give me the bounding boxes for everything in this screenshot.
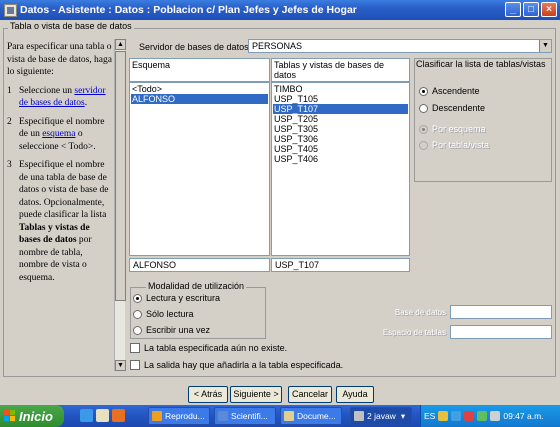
sort-by-schema-radio: Por esquema (419, 124, 486, 134)
help-intro: Para especificar una tabla o vista de ba… (7, 42, 112, 77)
folder-icon (284, 411, 294, 421)
task-reproductor[interactable]: Reprodu... (148, 407, 210, 425)
server-label: Servidor de bases de datos (139, 42, 249, 52)
desktop-icon[interactable] (96, 409, 109, 422)
media-player-icon (152, 411, 162, 421)
taskbar: Inicio Reprodu... Scientifi... Docume...… (0, 405, 560, 427)
window-title: Datos - Asistente : Datos : Poblacion c/… (20, 4, 357, 16)
db-input[interactable] (450, 305, 552, 319)
radio-off-icon (419, 140, 428, 150)
media-icon[interactable] (112, 409, 125, 422)
schema-header: Esquema (129, 58, 270, 82)
schema-input[interactable]: ALFONSO (129, 258, 270, 272)
start-button[interactable]: Inicio (0, 405, 64, 427)
server-select[interactable]: PERSONAS ▼ (248, 39, 552, 53)
minimize-button[interactable]: _ (505, 2, 521, 17)
schema-list[interactable]: <Todo> ALFONSO (129, 82, 270, 256)
system-tray: ES 09:47 a.m. (420, 405, 560, 427)
table-item[interactable]: USP_T306 (273, 134, 408, 144)
app-icon (4, 3, 17, 17)
cancel-button[interactable]: Cancelar (288, 386, 332, 403)
scroll-up-arrow-icon[interactable]: ▲ (115, 39, 126, 50)
scroll-thumb[interactable] (115, 51, 126, 301)
checkbox-icon[interactable] (130, 343, 140, 353)
table-item[interactable]: USP_T405 (273, 144, 408, 154)
sort-by-table-radio: Por tabla/vista (419, 140, 489, 150)
chevron-down-icon: ▾ (400, 410, 406, 421)
scroll-down-arrow-icon[interactable]: ▼ (115, 360, 126, 371)
close-button[interactable]: × (541, 2, 557, 17)
db-label: Base de datos (394, 308, 446, 317)
task-javaw[interactable]: 2 javaw ▾ (350, 407, 412, 425)
schema-item[interactable]: <Todo> (131, 84, 268, 94)
language-indicator[interactable]: ES (424, 411, 435, 421)
tables-list[interactable]: TIMBO USP_T105 USP_T107 USP_T205 USP_T30… (271, 82, 410, 256)
sort-descending-radio[interactable]: Descendente (419, 103, 485, 113)
radio-off-icon[interactable] (133, 309, 142, 319)
tray-icon[interactable] (451, 411, 462, 421)
append-checkbox[interactable]: La salida hay que añadirla a la tabla es… (130, 360, 343, 370)
table-item[interactable]: TIMBO (273, 84, 408, 94)
sort-ascending-radio[interactable]: Ascendente (419, 86, 480, 96)
sort-title: Clasificar la lista de tablas/vistas (416, 59, 546, 69)
sort-panel (414, 58, 552, 182)
java-icon (354, 411, 364, 421)
windows-logo-icon (4, 410, 16, 422)
back-button[interactable]: < Atrás (188, 386, 228, 403)
schema-item-selected[interactable]: ALFONSO (131, 94, 268, 104)
checkbox-icon[interactable] (130, 360, 140, 370)
volume-icon[interactable] (490, 411, 501, 421)
radio-on-icon (419, 124, 428, 134)
chevron-down-icon[interactable]: ▼ (539, 40, 551, 52)
tray-icon[interactable] (464, 411, 475, 421)
group-title: Tabla o vista de base de datos (8, 21, 134, 31)
browser-icon[interactable] (80, 409, 93, 422)
help-step-2: 2 Especifique el nombre de un esquema o … (7, 116, 105, 152)
maximize-button[interactable]: □ (523, 2, 539, 17)
app-window-icon (218, 411, 228, 421)
radio-off-icon[interactable] (133, 325, 142, 335)
tray-icon[interactable] (438, 411, 449, 421)
mode-title: Modalidad de utilización (146, 281, 247, 291)
mode-read-write-radio[interactable]: Lectura y escritura (133, 293, 220, 303)
mode-read-only-radio[interactable]: Sólo lectura (133, 309, 194, 319)
table-item-selected[interactable]: USP_T107 (273, 104, 408, 114)
tables-header: Tablas y vistas de bases de datos (271, 58, 410, 82)
table-input[interactable]: USP_T107 (271, 258, 410, 272)
help-scrollbar[interactable]: ▲ ▼ (114, 39, 126, 371)
task-documentos[interactable]: Docume... (280, 407, 342, 425)
not-exists-checkbox[interactable]: La tabla especificada aún no existe. (130, 343, 287, 353)
tablespace-label: Espacio de tablas (382, 328, 446, 337)
tablespace-input[interactable] (450, 325, 552, 339)
table-item[interactable]: USP_T205 (273, 114, 408, 124)
schema-help-link[interactable]: esquema (42, 129, 75, 139)
help-step-1: 1 Seleccione un servidor de bases de dat… (7, 85, 106, 109)
help-step-3: 3 Especifique el nombre de una tabla de … (7, 160, 109, 283)
task-scientific[interactable]: Scientifi... (214, 407, 276, 425)
radio-off-icon[interactable] (419, 103, 428, 113)
table-item[interactable]: USP_T105 (273, 94, 408, 104)
mode-write-once-radio[interactable]: Escribir una vez (133, 325, 210, 335)
radio-on-icon[interactable] (419, 86, 428, 96)
table-item[interactable]: USP_T305 (273, 124, 408, 134)
window-titlebar[interactable]: Datos - Asistente : Datos : Poblacion c/… (0, 0, 560, 20)
help-panel: Para especificar una tabla o vista de ba… (6, 39, 114, 371)
clock[interactable]: 09:47 a.m. (503, 411, 543, 421)
next-button[interactable]: Siguiente > (230, 386, 282, 403)
help-button[interactable]: Ayuda (336, 386, 374, 403)
radio-on-icon[interactable] (133, 293, 142, 303)
table-item[interactable]: USP_T406 (273, 154, 408, 164)
tray-icon[interactable] (477, 411, 488, 421)
